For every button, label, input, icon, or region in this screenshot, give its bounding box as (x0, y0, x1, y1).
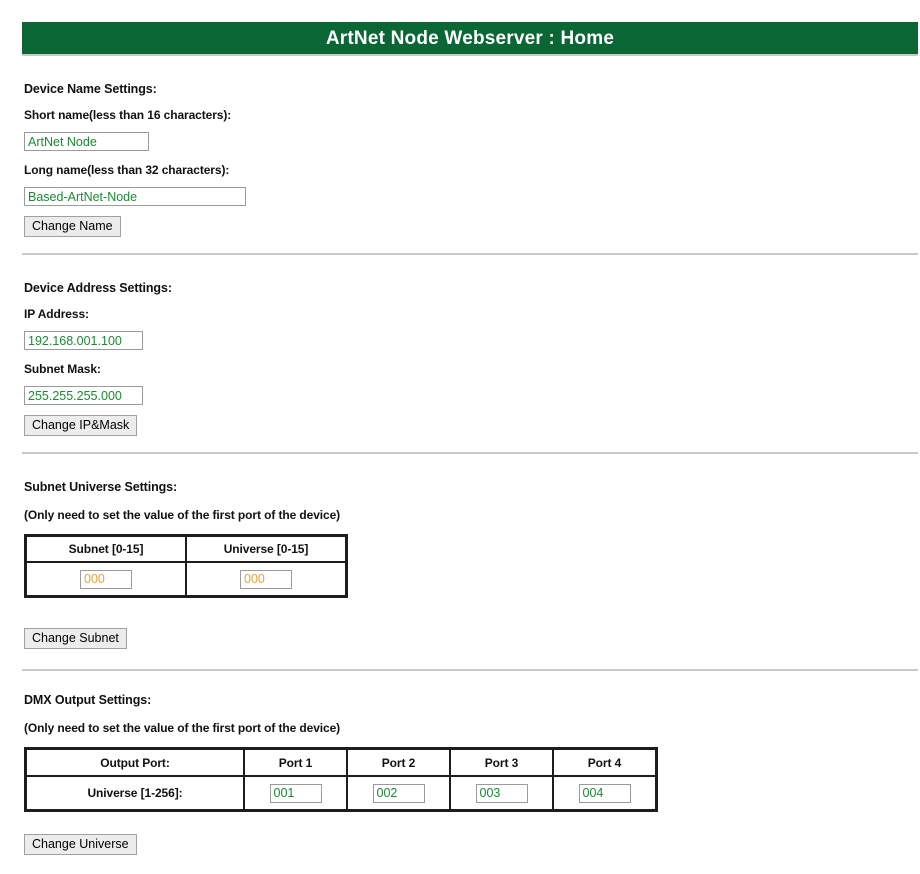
universe-column-header: Universe [0-15] (186, 536, 346, 562)
change-ip-mask-button[interactable]: Change IP&Mask (24, 415, 138, 436)
short-name-input[interactable] (24, 132, 149, 151)
subnet-mask-input[interactable] (24, 386, 143, 405)
table-row (26, 562, 346, 596)
table-row: Universe [1-256]: (26, 776, 656, 810)
port-1-value-cell (244, 776, 347, 810)
dmx-output-heading: DMX Output Settings: (24, 693, 152, 707)
universe-row-label: Universe [1-256]: (26, 776, 244, 810)
device-name-section: Device Name Settings: Short name(less th… (0, 82, 920, 237)
universe-value-input[interactable] (240, 569, 292, 589)
subnet-value-cell (26, 562, 186, 596)
page-root: ArtNet Node Webserver : Home Device Name… (0, 22, 920, 855)
port-1-header: Port 1 (244, 749, 347, 776)
long-name-label: Long name(less than 32 characters): (24, 163, 230, 177)
port-3-header: Port 3 (450, 749, 553, 776)
subnet-universe-section: Subnet Universe Settings: (Only need to … (0, 480, 920, 649)
subnet-universe-heading: Subnet Universe Settings: (24, 480, 178, 494)
port-4-universe-input[interactable] (578, 783, 631, 803)
device-address-heading: Device Address Settings: (24, 281, 172, 295)
ip-address-label: IP Address: (24, 307, 89, 321)
universe-value-cell (186, 562, 346, 596)
port-4-value-cell (553, 776, 656, 810)
table-header-row: Output Port: Port 1 Port 2 Port 3 Port 4 (26, 749, 656, 776)
change-name-button[interactable]: Change Name (24, 216, 121, 237)
page-title: ArtNet Node Webserver : Home (325, 27, 615, 49)
device-name-heading: Device Name Settings: (24, 82, 157, 96)
port-3-universe-input[interactable] (475, 783, 528, 803)
dmx-output-note: (Only need to set the value of the first… (24, 721, 341, 735)
page-header-banner: ArtNet Node Webserver : Home (22, 22, 918, 54)
subnet-universe-note: (Only need to set the value of the first… (24, 508, 341, 522)
short-name-label: Short name(less than 16 characters): (24, 108, 232, 122)
table-header-row: Subnet [0-15] Universe [0-15] (26, 536, 346, 562)
port-2-value-cell (347, 776, 450, 810)
change-subnet-button[interactable]: Change Subnet (24, 628, 127, 649)
long-name-input[interactable] (24, 187, 246, 206)
ip-address-input[interactable] (24, 331, 143, 350)
subnet-mask-label: Subnet Mask: (24, 362, 101, 376)
dmx-output-section: DMX Output Settings: (Only need to set t… (0, 693, 920, 855)
subnet-value-input[interactable] (80, 569, 132, 589)
port-4-header: Port 4 (553, 749, 656, 776)
port-2-universe-input[interactable] (372, 783, 425, 803)
output-port-header: Output Port: (26, 749, 244, 776)
dmx-output-table: Output Port: Port 1 Port 2 Port 3 Port 4… (24, 747, 658, 812)
device-address-section: Device Address Settings: IP Address: Sub… (0, 281, 920, 436)
port-2-header: Port 2 (347, 749, 450, 776)
subnet-universe-table: Subnet [0-15] Universe [0-15] (24, 534, 348, 598)
port-3-value-cell (450, 776, 553, 810)
port-1-universe-input[interactable] (269, 783, 322, 803)
subnet-column-header: Subnet [0-15] (26, 536, 186, 562)
